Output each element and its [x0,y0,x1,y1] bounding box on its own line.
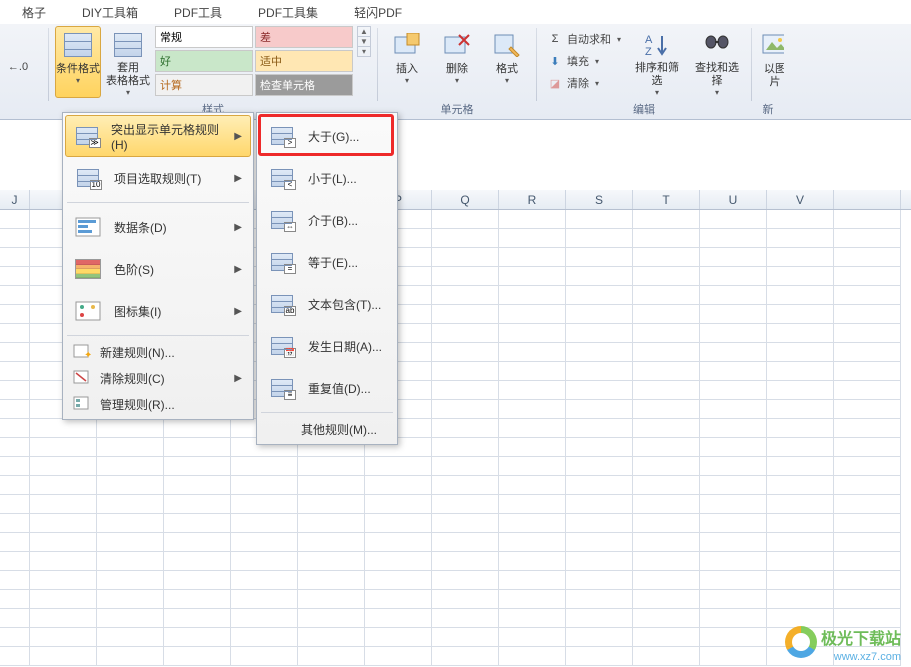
menu-duplicate-values[interactable]: ≡ 重复值(D)... [259,367,439,409]
svg-text:Z: Z [645,46,652,58]
style-calc[interactable]: 计算 [155,74,253,96]
decrease-decimal-button[interactable]: ←.0 [6,56,30,78]
menu-date-occurring[interactable]: 📅 发生日期(A)... [259,325,439,367]
watermark-brand: 极光下载站 [821,625,901,649]
menu-manage-rules[interactable]: 管理规则(R)... [65,391,251,417]
grid-row[interactable] [0,609,911,628]
grid-row[interactable] [0,628,911,647]
style-normal[interactable]: 常规 [155,26,253,48]
col-header[interactable]: U [700,190,767,209]
gallery-up[interactable]: ▲ [358,27,370,37]
submenu-arrow-icon: ▶ [234,131,242,142]
conditional-format-button[interactable]: 条件格式 ▾ [55,26,101,98]
fill-button[interactable]: ⬇填充▾ [543,50,625,72]
grid-row[interactable] [0,495,911,514]
menu-icon-sets[interactable]: 图标集(I) ▶ [65,290,251,332]
svg-text:A: A [645,34,653,46]
menu-text-contains[interactable]: ab 文本包含(T)... [259,283,439,325]
submenu-arrow-icon: ▶ [234,306,242,317]
menu-item[interactable]: DIY工具箱 [64,0,156,25]
group-label: 新 [752,101,784,117]
grid-row[interactable] [0,552,911,571]
format-button[interactable]: 格式▾ [484,26,530,98]
menu-less-than[interactable]: < 小于(L)... [259,157,439,199]
menu-more-rules[interactable]: 其他规则(M)... [259,416,439,442]
watermark-logo-icon [785,626,817,658]
menu-item[interactable]: PDF工具 [156,0,240,25]
new-group: 以图片 新 [752,24,784,119]
gallery-down[interactable]: ▼ [358,37,370,47]
cells-group: 插入▾ 删除▾ 格式▾ 单元格 [378,24,536,119]
editing-group: Σ自动求和▾ ⬇填充▾ ◪清除▾ AZ 排序和筛选▾ 查找和选择▾ 编辑 [537,24,751,119]
watermark-url: www.xz7.com [834,651,901,663]
grid-row[interactable] [0,590,911,609]
style-check[interactable]: 检查单元格 [255,74,353,96]
group-label: 编辑 [537,101,751,117]
grid-row[interactable] [0,533,911,552]
submenu-arrow-icon: ▶ [234,173,242,184]
menubar: 格子 DIY工具箱 PDF工具 PDF工具集 轻闪PDF [0,0,911,24]
grid-row[interactable] [0,457,911,476]
menu-highlight-rules[interactable]: ≫ 突出显示单元格规则(H) ▶ [65,115,251,157]
col-header[interactable]: V [767,190,834,209]
menu-top-bottom[interactable]: 10 项目选取规则(T) ▶ [65,157,251,199]
grid-row[interactable] [0,571,911,590]
grid-row[interactable] [0,647,911,666]
col-header[interactable] [834,190,901,209]
menu-item[interactable]: 轻闪PDF [336,0,420,25]
menu-clear-rules[interactable]: 清除规则(C) ▶ [65,365,251,391]
clear-button[interactable]: ◪清除▾ [543,72,625,94]
gallery-more[interactable]: ▾ [358,47,370,56]
col-header[interactable]: S [566,190,633,209]
submenu-arrow-icon: ▶ [234,222,242,233]
style-neutral[interactable]: 适中 [255,50,353,72]
menu-color-scales[interactable]: 色阶(S) ▶ [65,248,251,290]
col-header[interactable]: J [0,190,30,209]
highlight-rules-submenu: > 大于(G)... < 小于(L)... ⇔ 介于(B)... = 等于(E)… [256,112,398,445]
conditional-format-menu: ≫ 突出显示单元格规则(H) ▶ 10 项目选取规则(T) ▶ 数据条(D) ▶… [62,112,254,420]
menu-equal[interactable]: = 等于(E)... [259,241,439,283]
as-picture-button[interactable]: 以图片 [758,26,784,98]
col-header[interactable]: R [499,190,566,209]
delete-button[interactable]: 删除▾ [434,26,480,98]
menu-greater-than[interactable]: > 大于(G)... [259,115,439,157]
grid-row[interactable] [0,514,911,533]
submenu-arrow-icon: ▶ [234,264,242,275]
menu-item[interactable]: PDF工具集 [240,0,336,25]
menu-item[interactable]: 格子 [4,0,64,25]
col-header[interactable]: Q [432,190,499,209]
sort-filter-button[interactable]: AZ 排序和筛选▾ [629,26,685,98]
cell-styles-gallery[interactable]: 常规 差 好 适中 计算 检查单元格 [155,26,353,96]
format-as-table-button[interactable]: 套用表格格式 ▾ [105,26,151,98]
menu-between[interactable]: ⇔ 介于(B)... [259,199,439,241]
style-bad[interactable]: 差 [255,26,353,48]
ribbon: ←.0 条件格式 ▾ 套用表格格式 ▾ 常规 差 好 适中 计算 检查 [0,24,911,120]
grid-row[interactable] [0,476,911,495]
find-select-button[interactable]: 查找和选择▾ [689,26,745,98]
submenu-arrow-icon: ▶ [234,373,242,384]
styles-group: 条件格式 ▾ 套用表格格式 ▾ 常规 差 好 适中 计算 检查单元格 ▲ ▼ ▾ [49,24,377,119]
menu-data-bars[interactable]: 数据条(D) ▶ [65,206,251,248]
watermark: 极光下载站 www.xz7.com [785,625,901,659]
grid-row[interactable] [0,438,911,457]
insert-button[interactable]: 插入▾ [384,26,430,98]
svg-text:✦: ✦ [84,350,91,360]
col-header[interactable]: T [633,190,700,209]
grid-row[interactable] [0,419,911,438]
style-good[interactable]: 好 [155,50,253,72]
menu-new-rule[interactable]: ✦ 新建规则(N)... [65,339,251,365]
autosum-button[interactable]: Σ自动求和▾ [543,28,625,50]
